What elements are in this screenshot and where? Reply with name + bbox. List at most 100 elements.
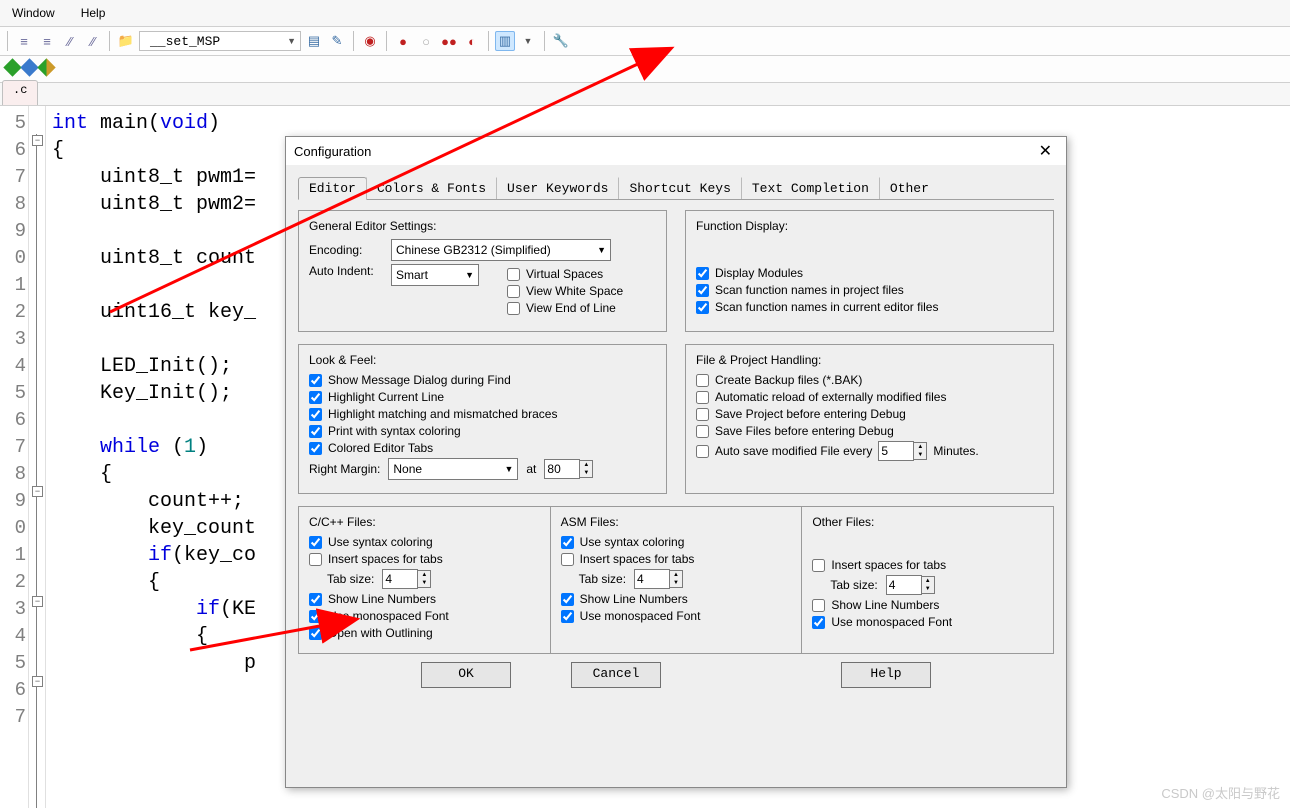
encoding-label: Encoding: [309, 243, 383, 257]
asm-syntax-check[interactable]: Use syntax coloring [561, 535, 792, 549]
section-label: Function Display: [696, 219, 1043, 233]
menu-help[interactable]: Help [75, 4, 112, 22]
build-sel-icon[interactable] [23, 61, 36, 77]
bp3-icon[interactable]: ◐ [462, 31, 482, 51]
show-msg-find-check[interactable]: Show Message Dialog during Find [309, 373, 656, 387]
folder-icon[interactable]: 📁 [116, 31, 136, 51]
ok-button[interactable]: OK [421, 662, 511, 688]
view-eol-check[interactable]: View End of Line [507, 301, 623, 315]
section-label: Other Files: [812, 515, 1043, 529]
fold-toggle-icon[interactable]: − [32, 486, 43, 497]
watermark: CSDN @太阳与野花 [1161, 783, 1280, 802]
right-margin-label: Right Margin: [309, 462, 380, 476]
build-target-icon[interactable] [6, 61, 19, 77]
ccpp-tabsize-spinner[interactable]: ▲▼ [382, 569, 431, 589]
asm-tabsize-label: Tab size: [579, 572, 626, 586]
find-icon[interactable]: ✎ [327, 31, 347, 51]
other-linenum-check[interactable]: Show Line Numbers [812, 598, 1043, 612]
menu-window[interactable]: Window [6, 4, 61, 22]
asm-mono-check[interactable]: Use monospaced Font [561, 609, 792, 623]
debug-stop-icon[interactable]: ◉ [360, 31, 380, 51]
symbol-combo[interactable]: __set_MSP ▼ [139, 31, 301, 51]
help-button[interactable]: Help [841, 662, 931, 688]
look-feel-group: Look & Feel: Show Message Dialog during … [298, 344, 667, 494]
autosave-row: Auto save modified File every ▲▼ Minutes… [696, 441, 1043, 461]
ccpp-mono-check[interactable]: Use monospaced Font [309, 609, 540, 623]
uncomment-icon[interactable]: ⁄⁄ [83, 31, 103, 51]
tab-user-keywords[interactable]: User Keywords [496, 177, 619, 199]
virtual-spaces-check[interactable]: Virtual Spaces [507, 267, 623, 281]
display-modules-check[interactable]: Display Modules [696, 266, 1043, 280]
fold-toggle-icon[interactable]: − [32, 676, 43, 687]
configuration-dialog: Configuration ✕ Editor Colors & Fonts Us… [285, 136, 1067, 788]
indent-left-icon[interactable]: ≡ [14, 31, 34, 51]
dialog-titlebar: Configuration ✕ [286, 137, 1066, 165]
asm-linenum-check[interactable]: Show Line Numbers [561, 592, 792, 606]
wrench-icon[interactable]: 🔧 [551, 31, 571, 51]
tab-editor[interactable]: Editor [298, 177, 367, 200]
bp2-icon[interactable]: ●● [439, 31, 459, 51]
comment-icon[interactable]: ⁄⁄ [60, 31, 80, 51]
autosave-minutes-spinner[interactable]: ▲▼ [878, 441, 927, 461]
main-toolbar: ≡ ≡ ⁄⁄ ⁄⁄ 📁 __set_MSP ▼ ▤ ✎ ◉ ● ○ ●● ◐ ▥… [0, 27, 1290, 56]
grey-bp-icon[interactable]: ○ [416, 31, 436, 51]
other-tabsize-spinner[interactable]: ▲▼ [886, 575, 935, 595]
save-files-check[interactable]: Save Files before entering Debug [696, 424, 1043, 438]
list-icon[interactable]: ▤ [304, 31, 324, 51]
ccpp-outline-check[interactable]: Open with Outlining [309, 626, 540, 640]
section-label: General Editor Settings: [309, 219, 656, 233]
section-label: C/C++ Files: [309, 515, 540, 529]
build-all-icon[interactable] [40, 61, 53, 77]
fold-gutter[interactable]: − − − − [29, 106, 46, 808]
fold-toggle-icon[interactable]: − [32, 596, 43, 607]
symbol-combo-text: __set_MSP [146, 34, 224, 49]
right-margin-col-spinner[interactable]: ▲▼ [544, 459, 593, 479]
toolbar-separator [353, 31, 354, 51]
tab-shortcut-keys[interactable]: Shortcut Keys [618, 177, 741, 199]
section-label: File & Project Handling: [696, 353, 1043, 367]
red-bp-icon[interactable]: ● [393, 31, 413, 51]
ccpp-tabsize-label: Tab size: [327, 572, 374, 586]
tab-colors-fonts[interactable]: Colors & Fonts [366, 177, 497, 199]
auto-reload-check[interactable]: Automatic reload of externally modified … [696, 390, 1043, 404]
toolbar-separator [386, 31, 387, 51]
view-whitespace-check[interactable]: View White Space [507, 284, 623, 298]
ccpp-spaces-check[interactable]: Insert spaces for tabs [309, 552, 540, 566]
tab-other[interactable]: Other [879, 177, 940, 199]
other-mono-check[interactable]: Use monospaced Font [812, 615, 1043, 629]
ccpp-linenum-check[interactable]: Show Line Numbers [309, 592, 540, 606]
highlight-line-check[interactable]: Highlight Current Line [309, 390, 656, 404]
save-project-check[interactable]: Save Project before entering Debug [696, 407, 1043, 421]
toolbar-separator [7, 31, 8, 51]
scan-project-check[interactable]: Scan function names in project files [696, 283, 1043, 297]
asm-tabsize-spinner[interactable]: ▲▼ [634, 569, 683, 589]
dialog-button-row: OK Cancel Help [298, 662, 1054, 688]
document-tab[interactable]: .c [2, 80, 38, 105]
asm-files-group: ASM Files: Use syntax coloring Insert sp… [550, 506, 803, 654]
cancel-button[interactable]: Cancel [571, 662, 661, 688]
ccpp-syntax-check[interactable]: Use syntax coloring [309, 535, 540, 549]
fold-toggle-icon[interactable]: − [32, 135, 43, 146]
tab-text-completion[interactable]: Text Completion [741, 177, 880, 199]
windows-icon[interactable]: ▥ [495, 31, 515, 51]
section-label: ASM Files: [561, 515, 792, 529]
auto-indent-select[interactable]: Smart▼ [391, 264, 479, 286]
print-syntax-check[interactable]: Print with syntax coloring [309, 424, 656, 438]
close-icon[interactable]: ✕ [1033, 141, 1058, 161]
highlight-braces-check[interactable]: Highlight matching and mismatched braces [309, 407, 656, 421]
encoding-select[interactable]: Chinese GB2312 (Simplified)▼ [391, 239, 611, 261]
menubar: Window Help [0, 0, 1290, 27]
indent-right-icon[interactable]: ≡ [37, 31, 57, 51]
ccpp-files-group: C/C++ Files: Use syntax coloring Insert … [298, 506, 551, 654]
build-toolbar [0, 56, 1290, 83]
chevron-down-icon: ▼ [287, 36, 296, 46]
colored-tabs-check[interactable]: Colored Editor Tabs [309, 441, 656, 455]
general-editor-group: General Editor Settings: Encoding: Chine… [298, 210, 667, 332]
scan-editor-check[interactable]: Scan function names in current editor fi… [696, 300, 1043, 314]
autosave-check[interactable] [696, 445, 709, 458]
create-bak-check[interactable]: Create Backup files (*.BAK) [696, 373, 1043, 387]
other-spaces-check[interactable]: Insert spaces for tabs [812, 558, 1043, 572]
right-margin-select[interactable]: None▼ [388, 458, 518, 480]
dropdown-arrow-icon[interactable]: ▼ [518, 31, 538, 51]
asm-spaces-check[interactable]: Insert spaces for tabs [561, 552, 792, 566]
